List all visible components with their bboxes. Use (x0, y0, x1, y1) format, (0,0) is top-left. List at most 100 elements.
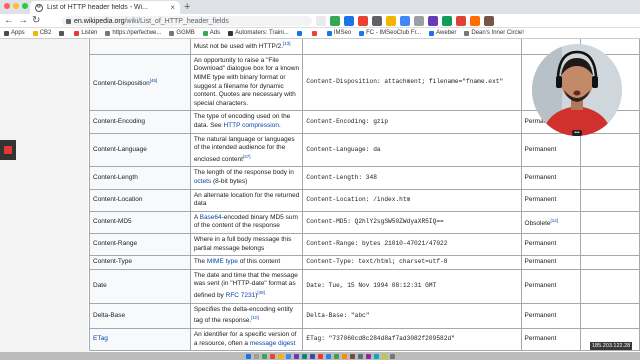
extension-icon[interactable] (372, 16, 382, 26)
forward-button[interactable]: → (18, 15, 28, 27)
app-icon[interactable] (309, 353, 315, 359)
app-icon[interactable] (277, 353, 283, 359)
bookmark-item[interactable] (311, 30, 319, 36)
address-bar[interactable]: en.wikipedia.org/wiki/List_of_HTTP_heade… (62, 16, 312, 26)
description-link[interactable]: Base64 (200, 214, 222, 221)
bookmark-item[interactable] (296, 30, 304, 36)
citation-link[interactable]: [14] (551, 218, 559, 223)
app-icon[interactable] (269, 353, 275, 359)
bookmark-label: IMSeo (333, 30, 352, 36)
citation-link[interactable]: [46] (150, 78, 158, 83)
app-icon[interactable] (381, 353, 387, 359)
bookmark-item[interactable] (59, 30, 66, 36)
example-code: Date: Tue, 15 Nov 1994 08:12:31 GMT (306, 281, 437, 289)
extension-icon[interactable] (484, 16, 494, 26)
description-cell: An opportunity to raise a "File Download… (189, 53, 304, 112)
header-name: Date (93, 281, 107, 289)
bookmark-star-icon[interactable] (316, 16, 326, 26)
bookmark-item[interactable]: Dean's Inner Circle! (464, 30, 524, 36)
bookmark-item[interactable]: Ads (202, 30, 220, 36)
minimize-window-button[interactable] (13, 3, 19, 9)
back-button[interactable]: ← (4, 15, 14, 27)
description-link[interactable]: MIME type (207, 258, 238, 265)
example-cell: Content-Type: text/html; charset=utf-8 (302, 255, 522, 270)
citation-link[interactable]: [48] (257, 290, 265, 295)
description-link[interactable]: octets (194, 178, 211, 185)
extension-icon[interactable] (442, 16, 452, 26)
finder-icon[interactable] (245, 353, 251, 359)
trash-icon[interactable] (389, 353, 395, 359)
browser-tab[interactable]: W List of HTTP header fields - Wi... × (30, 1, 180, 14)
app-icon[interactable] (261, 353, 267, 359)
table-row: Content-Type The MIME type of this conten… (89, 255, 640, 270)
citation-link[interactable]: [10] (251, 315, 259, 320)
status-text: Permanent (524, 195, 557, 203)
bookmark-item[interactable]: FC - IMSeoClub Fr... (359, 30, 421, 36)
status-cell: Permanent (520, 188, 582, 212)
description-link[interactable]: RFC 7231 (226, 292, 256, 299)
description-text: Must not be used with HTTP/2. (193, 43, 284, 51)
window-controls (4, 3, 28, 9)
header-name-cell: Content-Language (89, 132, 191, 168)
status-text: Permanent (524, 145, 557, 153)
bookmark-item[interactable]: Apps (4, 30, 25, 36)
bookmark-item[interactable]: CB2 (32, 30, 52, 36)
reload-button[interactable]: ↻ (32, 15, 40, 27)
extension-icon[interactable] (414, 16, 424, 26)
extension-icon[interactable] (428, 16, 438, 26)
app-icon[interactable] (341, 353, 347, 359)
url-text: en.wikipedia.org/wiki/List_of_HTTP_heade… (74, 18, 229, 25)
app-icon[interactable] (357, 353, 363, 359)
app-icon[interactable] (301, 353, 307, 359)
record-button[interactable] (0, 140, 16, 160)
header-name[interactable]: ETag (93, 335, 108, 342)
extension-icon[interactable] (386, 16, 396, 26)
app-icon[interactable] (349, 353, 355, 359)
new-tab-button[interactable]: + (184, 1, 190, 13)
app-icon[interactable] (373, 353, 379, 359)
chrome-icon[interactable] (285, 353, 291, 359)
extension-icon[interactable] (456, 16, 466, 26)
header-name-cell: Content-Disposition[46] (89, 53, 191, 112)
app-icon[interactable] (293, 353, 299, 359)
bookmark-favicon-icon (311, 30, 317, 36)
app-icon[interactable] (365, 353, 371, 359)
description-link[interactable]: message digest (250, 340, 296, 347)
extension-icon[interactable] (400, 16, 410, 26)
description-link[interactable]: HTTP compression (223, 122, 279, 129)
bookmark-item[interactable]: GGMB (169, 30, 195, 36)
extension-icon[interactable] (344, 16, 354, 26)
bookmark-item[interactable]: IMSeo (326, 30, 352, 36)
bookmarks-bar: Apps CB2 Listen https://perfectwe... GGMB Ads… (0, 28, 640, 39)
extension-icon[interactable] (358, 16, 368, 26)
app-icon[interactable] (253, 353, 259, 359)
citation-link[interactable]: [47] (243, 154, 251, 159)
header-name-cell: Delta-Base (89, 302, 191, 330)
bookmark-item[interactable]: Aweber (429, 30, 456, 36)
example-cell: Content-Length: 348 (302, 166, 522, 190)
app-icon[interactable] (325, 353, 331, 359)
bookmark-label: CB2 (39, 30, 52, 36)
bookmark-item[interactable]: https://perfectwe... (105, 30, 161, 36)
webcam-video (532, 44, 622, 136)
citation-link[interactable]: [13] (283, 41, 291, 46)
header-name: Content-Encoding (93, 117, 146, 125)
header-name-cell: Content-MD5 (89, 210, 191, 235)
bookmark-favicon-icon (326, 30, 332, 36)
bookmark-item[interactable]: Listen (74, 30, 97, 36)
extension-icon[interactable] (470, 16, 480, 26)
app-icon[interactable] (333, 353, 339, 359)
zoom-window-button[interactable] (22, 3, 28, 9)
bookmark-label: Apps (11, 30, 25, 36)
table-row: Content-Language The natural language or … (89, 132, 640, 168)
more-options-icon[interactable]: ••• (572, 130, 582, 136)
close-tab-icon[interactable]: × (170, 3, 175, 12)
app-icon[interactable] (317, 353, 323, 359)
description-text: Where in a full body message this partia… (193, 236, 292, 252)
extension-icon[interactable] (330, 16, 340, 26)
header-name-cell: Content-Encoding (89, 110, 191, 134)
url-host: en.wikipedia.org (74, 17, 125, 25)
bookmark-item[interactable]: Automaters: Traini... (228, 30, 289, 36)
close-window-button[interactable] (4, 3, 10, 9)
example-cell: Content-Location: /index.htm (302, 188, 522, 212)
